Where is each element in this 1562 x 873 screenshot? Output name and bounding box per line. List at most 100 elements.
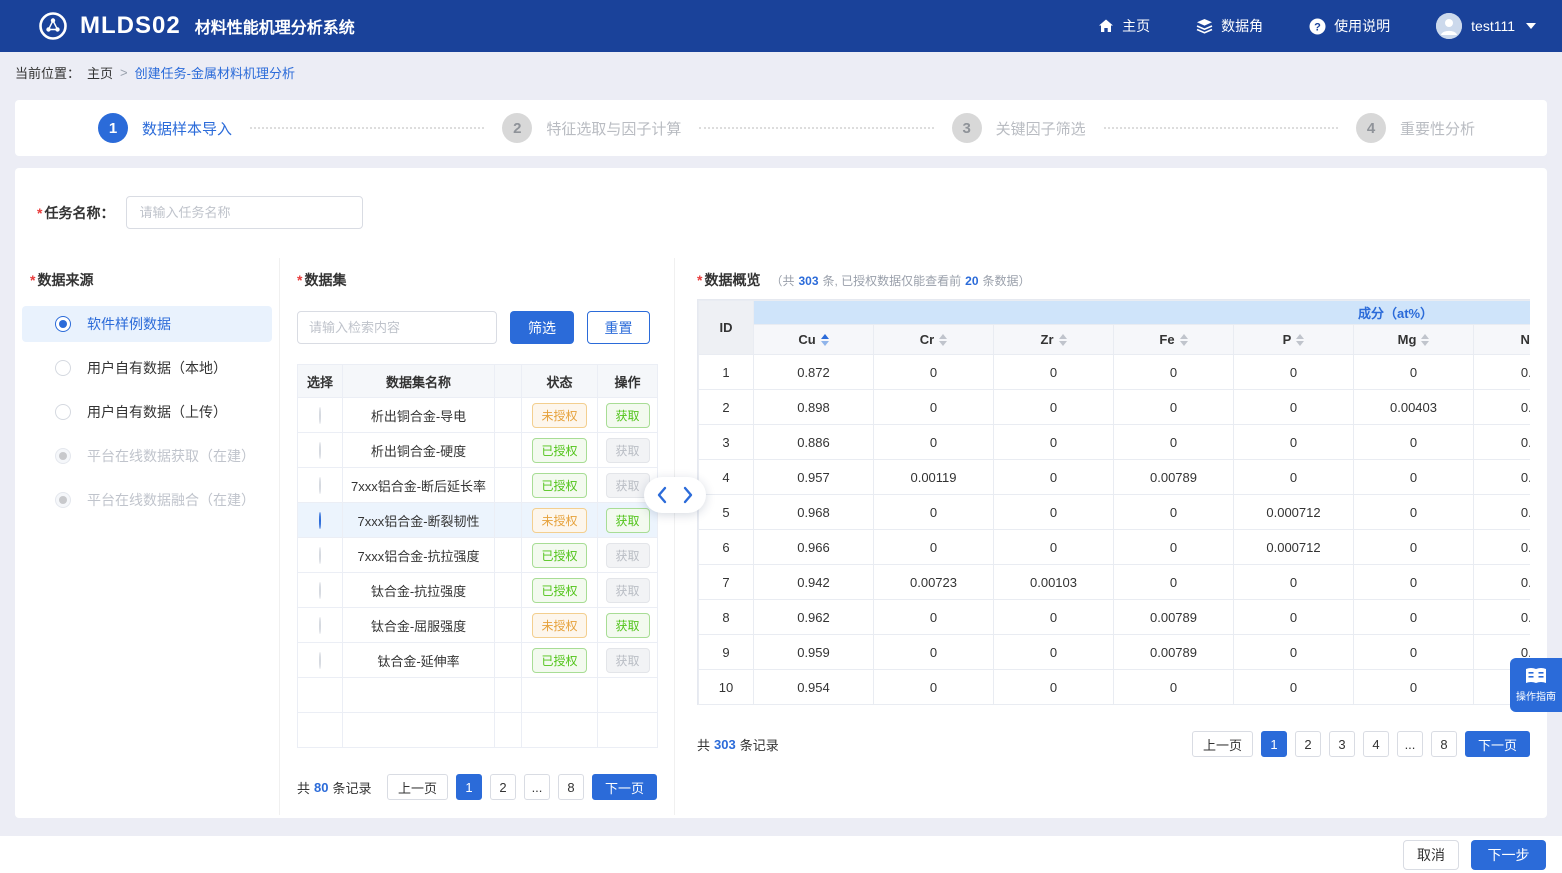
task-name-input[interactable] [126, 196, 363, 229]
breadcrumb-home[interactable]: 主页 [87, 63, 113, 82]
sort-icon[interactable] [939, 334, 947, 346]
dataset-page-1[interactable]: 1 [456, 774, 482, 800]
dataset-pagination: 共 80 条记录 上一页12...8下一页 [297, 774, 657, 800]
dataset-row-radio[interactable] [319, 582, 321, 599]
dataset-page-2[interactable]: 2 [490, 774, 516, 800]
overview-prev-page-button[interactable]: 上一页 [1192, 731, 1253, 757]
breadcrumb-current[interactable]: 创建任务-金属材料机理分析 [135, 63, 295, 82]
dataset-search-input[interactable] [297, 311, 497, 344]
overview-column-Cu[interactable]: Cu [754, 325, 874, 355]
dataset-page-ellipsis[interactable]: ... [524, 774, 550, 800]
overview-page-ellipsis[interactable]: ... [1397, 731, 1423, 757]
sort-icon[interactable] [1059, 334, 1067, 346]
sort-icon[interactable] [1296, 334, 1304, 346]
dataset-row-radio[interactable] [319, 407, 321, 424]
dataset-row-radio[interactable] [319, 547, 321, 564]
overview-page-2[interactable]: 2 [1295, 731, 1321, 757]
step-3-label: 关键因子筛选 [996, 118, 1086, 139]
task-name-label: *任务名称： [37, 203, 114, 223]
status-badge: 已授权 [532, 648, 586, 673]
dataset-select-cell [298, 503, 343, 538]
home-icon [1098, 18, 1114, 34]
next-step-button[interactable]: 下一步 [1471, 840, 1546, 870]
sort-icon[interactable] [821, 334, 829, 346]
nav-home[interactable]: 主页 [1098, 16, 1150, 36]
main-card: *任务名称： *数据来源 软件样例数据用户自有数据（本地）用户自有数据（上传）平… [15, 168, 1547, 818]
overview-page-1[interactable]: 1 [1261, 731, 1287, 757]
overview-group-header: 成分（at%） [754, 301, 1531, 325]
dataset-row-radio[interactable] [319, 652, 321, 669]
dataset-action-cell: 获取 [598, 433, 658, 468]
operation-guide-button[interactable]: 操作指南 [1510, 658, 1562, 712]
dataset-pager: 上一页 12... 8 下一页 [387, 774, 657, 800]
source-option-3[interactable]: 用户自有数据（上传） [22, 394, 272, 430]
dataset-row-radio[interactable] [319, 617, 321, 634]
overview-page-4[interactable]: 4 [1363, 731, 1389, 757]
source-option-2[interactable]: 用户自有数据（本地） [22, 350, 272, 386]
empty-cell [598, 713, 658, 748]
cancel-button[interactable]: 取消 [1403, 840, 1459, 870]
question-icon: ? [1309, 18, 1326, 35]
overview-row: 40.9570.0011900.00789000.02 [699, 460, 1531, 495]
sort-desc-icon [1180, 341, 1188, 346]
overview-column-Zr[interactable]: Zr [994, 325, 1114, 355]
overview-column-Mg[interactable]: Mg [1354, 325, 1474, 355]
fetch-button: 获取 [606, 543, 650, 568]
dataset-name-cell: 7xxx铝合金-抗拉强度 [343, 538, 495, 573]
panel-prev-button[interactable] [652, 483, 672, 507]
overview-value-cell: 0.00403 [1354, 390, 1474, 425]
overview-next-page-button[interactable]: 下一页 [1465, 731, 1530, 757]
nav-help[interactable]: ? 使用说明 [1309, 16, 1390, 36]
reset-button[interactable]: 重置 [587, 311, 650, 344]
overview-page-3[interactable]: 3 [1329, 731, 1355, 757]
dataset-column-header [495, 365, 522, 398]
dataset-status-cell: 未授权 [522, 608, 598, 643]
brand-subtitle: 材料性能机理分析系统 [195, 14, 355, 38]
dataset-row-radio[interactable] [319, 442, 321, 459]
overview-column-Ni[interactable]: Ni [1474, 325, 1531, 355]
dataset-next-page-button[interactable]: 下一页 [592, 774, 657, 800]
overview-value-cell: 0.000712 [1234, 495, 1354, 530]
filter-button[interactable]: 筛选 [510, 311, 574, 344]
dataset-prev-page-button[interactable]: 上一页 [387, 774, 448, 800]
overview-value-cell: 0.00723 [874, 565, 994, 600]
step-2-number: 2 [502, 113, 532, 143]
overview-value-cell: 0 [1114, 425, 1234, 460]
radio-icon [55, 448, 71, 464]
fetch-button[interactable]: 获取 [606, 508, 650, 533]
overview-value-cell: 0 [994, 635, 1114, 670]
dataset-status-cell: 未授权 [522, 398, 598, 433]
dataset-row-radio[interactable] [319, 512, 321, 529]
dataset-select-cell [298, 398, 343, 433]
dataset-select-cell [298, 468, 343, 503]
overview-row: 30.886000000.05 [699, 425, 1531, 460]
dataset-page-8[interactable]: 8 [558, 774, 584, 800]
overview-value-cell: 0 [1234, 355, 1354, 390]
overview-value-cell: 0.886 [754, 425, 874, 460]
sort-icon[interactable] [1180, 334, 1188, 346]
source-option-1[interactable]: 软件样例数据 [22, 306, 272, 342]
overview-value-cell: 0 [1354, 530, 1474, 565]
overview-value-cell: 0 [994, 670, 1114, 705]
nav-data-corner[interactable]: 数据角 [1196, 16, 1263, 36]
overview-value-cell: 0 [1354, 355, 1474, 390]
overview-id-header: ID [699, 301, 754, 355]
overview-value-cell: 0.00103 [994, 565, 1114, 600]
source-option-label: 用户自有数据（上传） [87, 402, 227, 422]
overview-column-Cr[interactable]: Cr [874, 325, 994, 355]
user-menu[interactable]: test111 [1436, 13, 1536, 39]
dataset-row-radio[interactable] [319, 477, 321, 494]
panel-next-button[interactable] [678, 483, 698, 507]
dataset-column-header: 操作 [598, 365, 658, 398]
overview-column-P[interactable]: P [1234, 325, 1354, 355]
overview-page-8[interactable]: 8 [1431, 731, 1457, 757]
overview-table-viewport[interactable]: ID 成分（at%） CuCrZrFePMgNi 10.872000000.09… [697, 299, 1530, 705]
overview-column-Fe[interactable]: Fe [1114, 325, 1234, 355]
fetch-button[interactable]: 获取 [606, 403, 650, 428]
dataset-name-cell: 钛合金-延伸率 [343, 643, 495, 678]
overview-value-cell: 0 [1114, 565, 1234, 600]
radio-icon [55, 404, 71, 420]
fetch-button[interactable]: 获取 [606, 613, 650, 638]
sort-icon[interactable] [1421, 334, 1429, 346]
overview-value-cell: 0 [874, 425, 994, 460]
